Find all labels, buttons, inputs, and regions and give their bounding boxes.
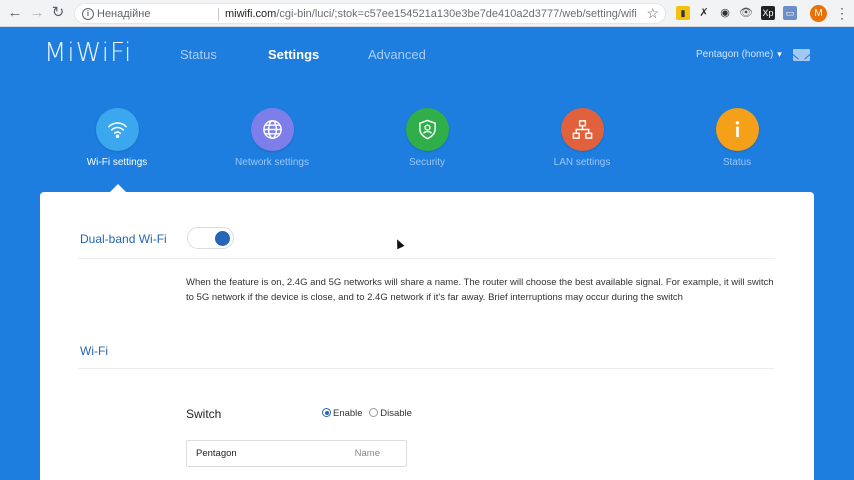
disable-option[interactable]: Disable xyxy=(369,408,412,419)
keep-icon[interactable]: ▮ xyxy=(676,6,690,20)
bookmark-star-icon[interactable]: ☆ xyxy=(646,5,659,22)
category-label: Status xyxy=(722,157,752,168)
divider xyxy=(78,258,774,259)
enable-label[interactable]: Enable xyxy=(333,408,363,419)
divider xyxy=(78,368,774,369)
wifi-icon xyxy=(95,108,139,151)
category-network-settings[interactable]: Network settings xyxy=(212,108,332,168)
category-label: Wi-Fi settings xyxy=(86,157,148,168)
profile-avatar[interactable]: M xyxy=(810,5,827,22)
nav-settings[interactable]: Settings xyxy=(268,47,319,62)
nav-status[interactable]: Status xyxy=(180,47,217,62)
category-lan-settings[interactable]: LAN settings xyxy=(522,108,642,168)
router-name: Pentagon (home) xyxy=(696,49,774,60)
active-category-pointer xyxy=(110,184,126,192)
category-status[interactable]: Status xyxy=(677,108,797,168)
security-label[interactable]: Ненадійне xyxy=(97,8,150,20)
shield-user-icon xyxy=(405,108,449,151)
switch-radio-group: Enable Disable xyxy=(322,408,416,419)
mail-icon[interactable] xyxy=(793,49,810,61)
dual-band-title: Dual-band Wi-Fi xyxy=(80,232,167,246)
disable-radio[interactable] xyxy=(369,408,379,417)
eye-icon[interactable]: ◉ xyxy=(718,6,732,20)
chevron-down-icon: ▾ xyxy=(777,49,782,59)
vpn-icon[interactable]: ✗ xyxy=(697,6,711,20)
nav-advanced[interactable]: Advanced xyxy=(368,47,426,62)
browser-toolbar: ← → ↻ i Ненадійне miwifi.com/cgi-bin/luc… xyxy=(0,0,854,27)
cast-icon[interactable]: ▭ xyxy=(783,6,797,20)
switch-label: Switch xyxy=(186,407,222,421)
category-label: Security xyxy=(408,157,446,168)
disable-label[interactable]: Disable xyxy=(380,408,412,419)
back-icon[interactable]: ← xyxy=(6,4,24,22)
category-security[interactable]: Security xyxy=(367,108,487,168)
enable-radio[interactable] xyxy=(322,408,331,417)
category-label: Network settings xyxy=(235,157,309,168)
enable-option[interactable]: Enable xyxy=(322,408,363,419)
network-tree-icon xyxy=(560,108,604,151)
forward-icon[interactable]: → xyxy=(28,4,46,22)
reload-icon[interactable]: ↻ xyxy=(49,4,67,22)
settings-panel: Dual-band Wi-Fi When the feature is on, … xyxy=(40,192,814,480)
category-label: LAN settings xyxy=(553,157,611,168)
toggle-knob xyxy=(215,231,230,246)
xp-icon[interactable]: Xp xyxy=(761,6,775,20)
info-circle-icon xyxy=(715,108,759,151)
wifi-section-title: Wi-Fi xyxy=(80,344,108,358)
category-wifi-settings[interactable]: Wi-Fi settings xyxy=(57,108,177,168)
url-path: /cgi-bin/luci/;stok=c57ee154521a130e3be7… xyxy=(276,8,637,20)
miwifi-logo[interactable]: MiWiFi xyxy=(44,38,132,68)
browser-menu-icon[interactable]: ⋮ xyxy=(835,4,849,22)
wifi-name-input[interactable]: Pentagon Name xyxy=(186,440,407,467)
globe-icon xyxy=(250,108,294,151)
url-text[interactable]: miwifi.com/cgi-bin/luci/;stok=c57ee15452… xyxy=(225,8,637,20)
omnibox-divider xyxy=(218,8,219,21)
info-icon[interactable]: i xyxy=(82,8,94,20)
dual-band-toggle[interactable] xyxy=(187,227,234,249)
wifi-name-value: Pentagon xyxy=(196,448,237,459)
address-bar[interactable]: i Ненадійне miwifi.com/cgi-bin/luci/;sto… xyxy=(74,3,666,24)
wifi-name-placeholder: Name xyxy=(354,448,380,459)
router-selector[interactable]: Pentagon (home) ▾ xyxy=(696,49,782,60)
eye-alt-icon[interactable]: 👁 xyxy=(739,6,753,20)
dual-band-description: When the feature is on, 2.4G and 5G netw… xyxy=(186,277,774,303)
url-host: miwifi.com xyxy=(225,8,277,20)
